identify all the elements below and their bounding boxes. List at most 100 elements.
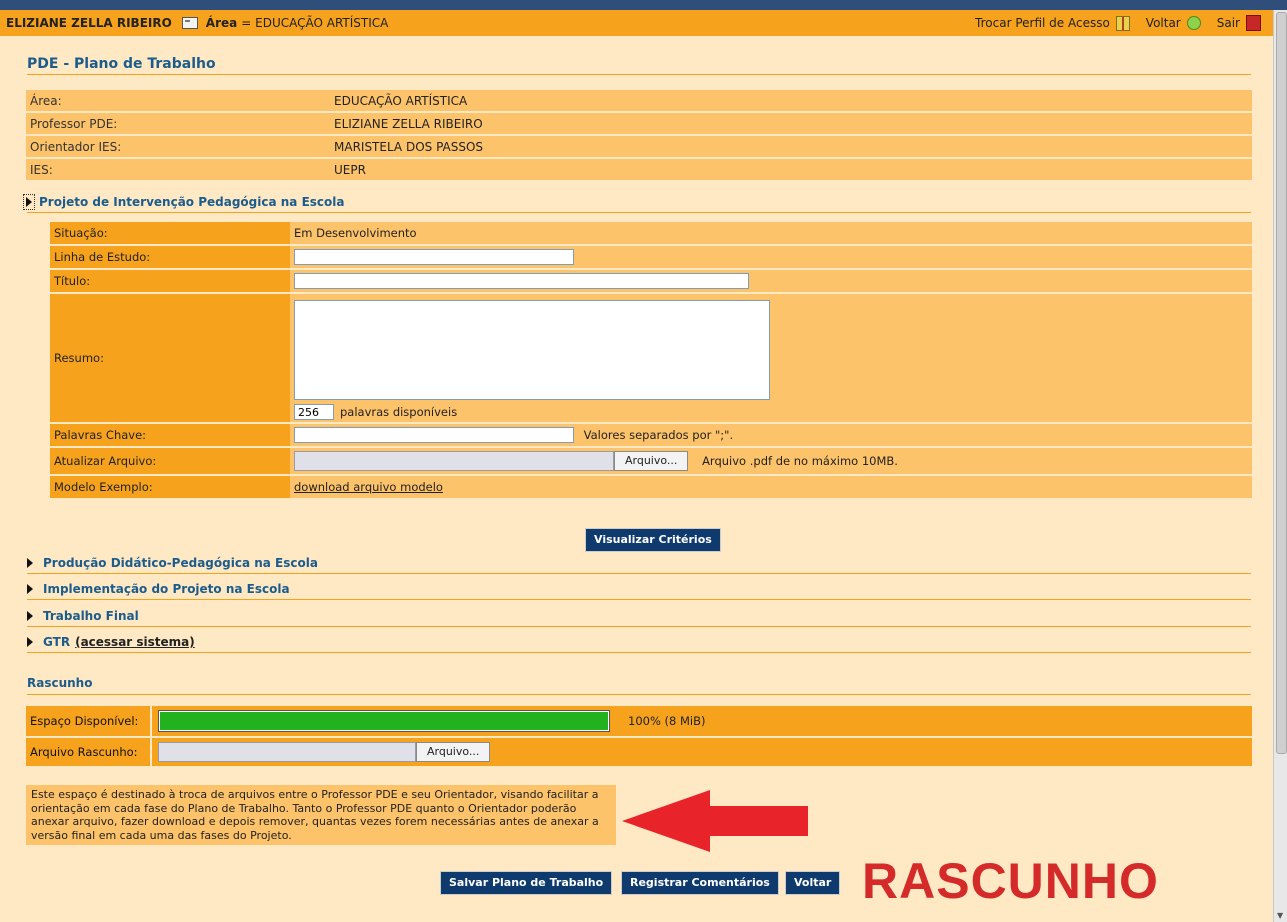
triangle-right-icon	[27, 611, 33, 621]
header-area-label: Área	[205, 16, 238, 30]
id-card-icon	[181, 17, 198, 29]
header-area-value: = EDUCAÇÃO ARTÍSTICA	[241, 16, 389, 30]
expand-focus-box	[23, 194, 35, 210]
table-row: Situação: Em Desenvolvimento	[50, 222, 1252, 244]
draft-file-browse-button[interactable]: Arquivo...	[416, 742, 491, 762]
rascunho-note: Este espaço é destinado à troca de arqui…	[26, 785, 616, 845]
words-available-text: palavras disponíveis	[340, 405, 458, 419]
espaco-label: Espaço Disponível:	[26, 706, 150, 736]
project-form: Situação: Em Desenvolvimento Linha de Es…	[50, 220, 1252, 500]
info-label: Orientador IES:	[26, 136, 330, 157]
info-value: MARISTELA DOS PASSOS	[330, 136, 1252, 157]
espaco-value: 100% (8 MiB)	[624, 706, 1252, 736]
palavras-hint: Valores separados por ";".	[583, 427, 734, 442]
info-value: EDUCAÇÃO ARTÍSTICA	[330, 90, 1252, 111]
linha-cell	[290, 246, 1252, 268]
situacao-value: Em Desenvolvimento	[290, 222, 1252, 244]
section-project-toggle[interactable]: Projeto de Intervenção Pedagógica na Esc…	[23, 192, 1251, 213]
vertical-scrollbar[interactable]: ▼	[1273, 10, 1287, 922]
info-table: Área: EDUCAÇÃO ARTÍSTICA Professor PDE: …	[26, 88, 1252, 182]
back-circle-icon[interactable]	[1186, 16, 1201, 30]
table-row: Arquivo Rascunho: Arquivo...	[26, 738, 1252, 766]
header-user-name: ELIZIANE ZELLA RIBEIRO	[6, 16, 172, 30]
titulo-cell	[290, 270, 1252, 292]
linha-estudo-input[interactable]	[294, 249, 574, 265]
modelo-cell: download arquivo modelo	[290, 476, 1252, 498]
section-project-title[interactable]: Projeto de Intervenção Pedagógica na Esc…	[39, 195, 344, 209]
info-label: IES:	[26, 159, 330, 180]
arquivo-rascunho-cell: Arquivo...	[150, 738, 1252, 766]
change-profile-link[interactable]: Trocar Perfil de Acesso	[975, 16, 1110, 30]
header-user-info: ELIZIANE ZELLA RIBEIRO Área = EDUCAÇÃO A…	[0, 16, 388, 30]
download-model-link[interactable]: download arquivo modelo	[294, 480, 443, 494]
arquivo-cell: Arquivo... Arquivo .pdf de no máximo 10M…	[290, 448, 1252, 474]
triangle-right-icon	[27, 637, 33, 647]
section-producao-title[interactable]: Produção Didático-Pedagógica na Escola	[43, 556, 318, 570]
table-row: Linha de Estudo:	[50, 246, 1252, 268]
word-counter: palavras disponíveis	[294, 404, 1248, 420]
section-trabalho-final-toggle[interactable]: Trabalho Final	[27, 606, 1251, 627]
page-title: PDE - Plano de Trabalho	[27, 56, 1251, 75]
resumo-cell: palavras disponíveis	[290, 294, 1252, 422]
top-header-bar: ELIZIANE ZELLA RIBEIRO Área = EDUCAÇÃO A…	[0, 10, 1273, 36]
triangle-right-icon	[26, 197, 32, 207]
table-row: Atualizar Arquivo: Arquivo... Arquivo .p…	[50, 448, 1252, 474]
section-gtr-title[interactable]: GTR	[43, 635, 70, 649]
table-row: Professor PDE: ELIZIANE ZELLA RIBEIRO	[26, 113, 1252, 134]
situacao-label: Situação:	[50, 222, 290, 244]
triangle-right-icon	[27, 558, 33, 568]
exit-link[interactable]: Sair	[1217, 16, 1240, 30]
words-available-count	[294, 404, 334, 420]
table-row: Modelo Exemplo: download arquivo modelo	[50, 476, 1252, 498]
table-row: Resumo: palavras disponíveis	[50, 294, 1252, 422]
section-producao-toggle[interactable]: Produção Didático-Pedagógica na Escola	[27, 553, 1251, 574]
view-criteria-button[interactable]: Visualizar Critérios	[585, 528, 721, 552]
titulo-label: Título:	[50, 270, 290, 292]
table-row: Orientador IES: MARISTELA DOS PASSOS	[26, 136, 1252, 157]
storage-progress-bar	[158, 710, 610, 732]
file-browse-button[interactable]: Arquivo...	[614, 451, 689, 471]
gift-icon[interactable]	[1115, 15, 1130, 31]
section-trabalho-final-title[interactable]: Trabalho Final	[43, 609, 139, 623]
table-row: Título:	[50, 270, 1252, 292]
info-value: UEPR	[330, 159, 1252, 180]
register-comments-button[interactable]: Registrar Comentários	[621, 871, 779, 895]
gtr-access-link[interactable]: (acessar sistema)	[75, 635, 195, 649]
scrollbar-thumb[interactable]	[1276, 12, 1287, 754]
palavras-chave-input[interactable]	[294, 427, 574, 443]
linha-label: Linha de Estudo:	[50, 246, 290, 268]
table-row: IES: UEPR	[26, 159, 1252, 180]
info-value: ELIZIANE ZELLA RIBEIRO	[330, 113, 1252, 134]
modelo-label: Modelo Exemplo:	[50, 476, 290, 498]
red-arrow-left-icon	[622, 790, 808, 852]
back-button[interactable]: Voltar	[785, 871, 841, 895]
espaco-bar-cell	[150, 706, 624, 736]
section-gtr-toggle[interactable]: GTR (acessar sistema)	[27, 632, 1251, 653]
arquivo-hint: Arquivo .pdf de no máximo 10MB.	[702, 453, 898, 468]
table-row: Espaço Disponível: 100% (8 MiB)	[26, 706, 1252, 736]
table-row: Palavras Chave: Valores separados por ";…	[50, 424, 1252, 446]
scroll-down-arrow-icon[interactable]: ▼	[1277, 911, 1283, 920]
header-back-link[interactable]: Voltar	[1146, 16, 1181, 30]
draft-file-path-field[interactable]	[158, 742, 416, 762]
file-path-field[interactable]	[294, 451, 614, 471]
rascunho-annotation: RASCUNHO	[862, 853, 1159, 909]
arquivo-label: Atualizar Arquivo:	[50, 448, 290, 474]
section-implementacao-toggle[interactable]: Implementação do Projeto na Escola	[27, 579, 1251, 600]
palavras-cell: Valores separados por ";".	[290, 424, 1252, 446]
exit-door-icon[interactable]	[1246, 15, 1261, 31]
storage-progress-fill	[160, 712, 608, 730]
triangle-right-icon	[27, 584, 33, 594]
info-label: Área:	[26, 90, 330, 111]
table-row: Área: EDUCAÇÃO ARTÍSTICA	[26, 90, 1252, 111]
palavras-label: Palavras Chave:	[50, 424, 290, 446]
resumo-textarea[interactable]	[294, 300, 770, 400]
info-label: Professor PDE:	[26, 113, 330, 134]
resumo-label: Resumo:	[50, 294, 290, 422]
arquivo-rascunho-label: Arquivo Rascunho:	[26, 738, 150, 766]
section-implementacao-title[interactable]: Implementação do Projeto na Escola	[43, 582, 290, 596]
window-top-border	[0, 0, 1287, 10]
save-plan-button[interactable]: Salvar Plano de Trabalho	[440, 871, 613, 895]
titulo-input[interactable]	[294, 273, 749, 289]
header-actions: Trocar Perfil de Acesso Voltar Sair	[975, 15, 1273, 31]
